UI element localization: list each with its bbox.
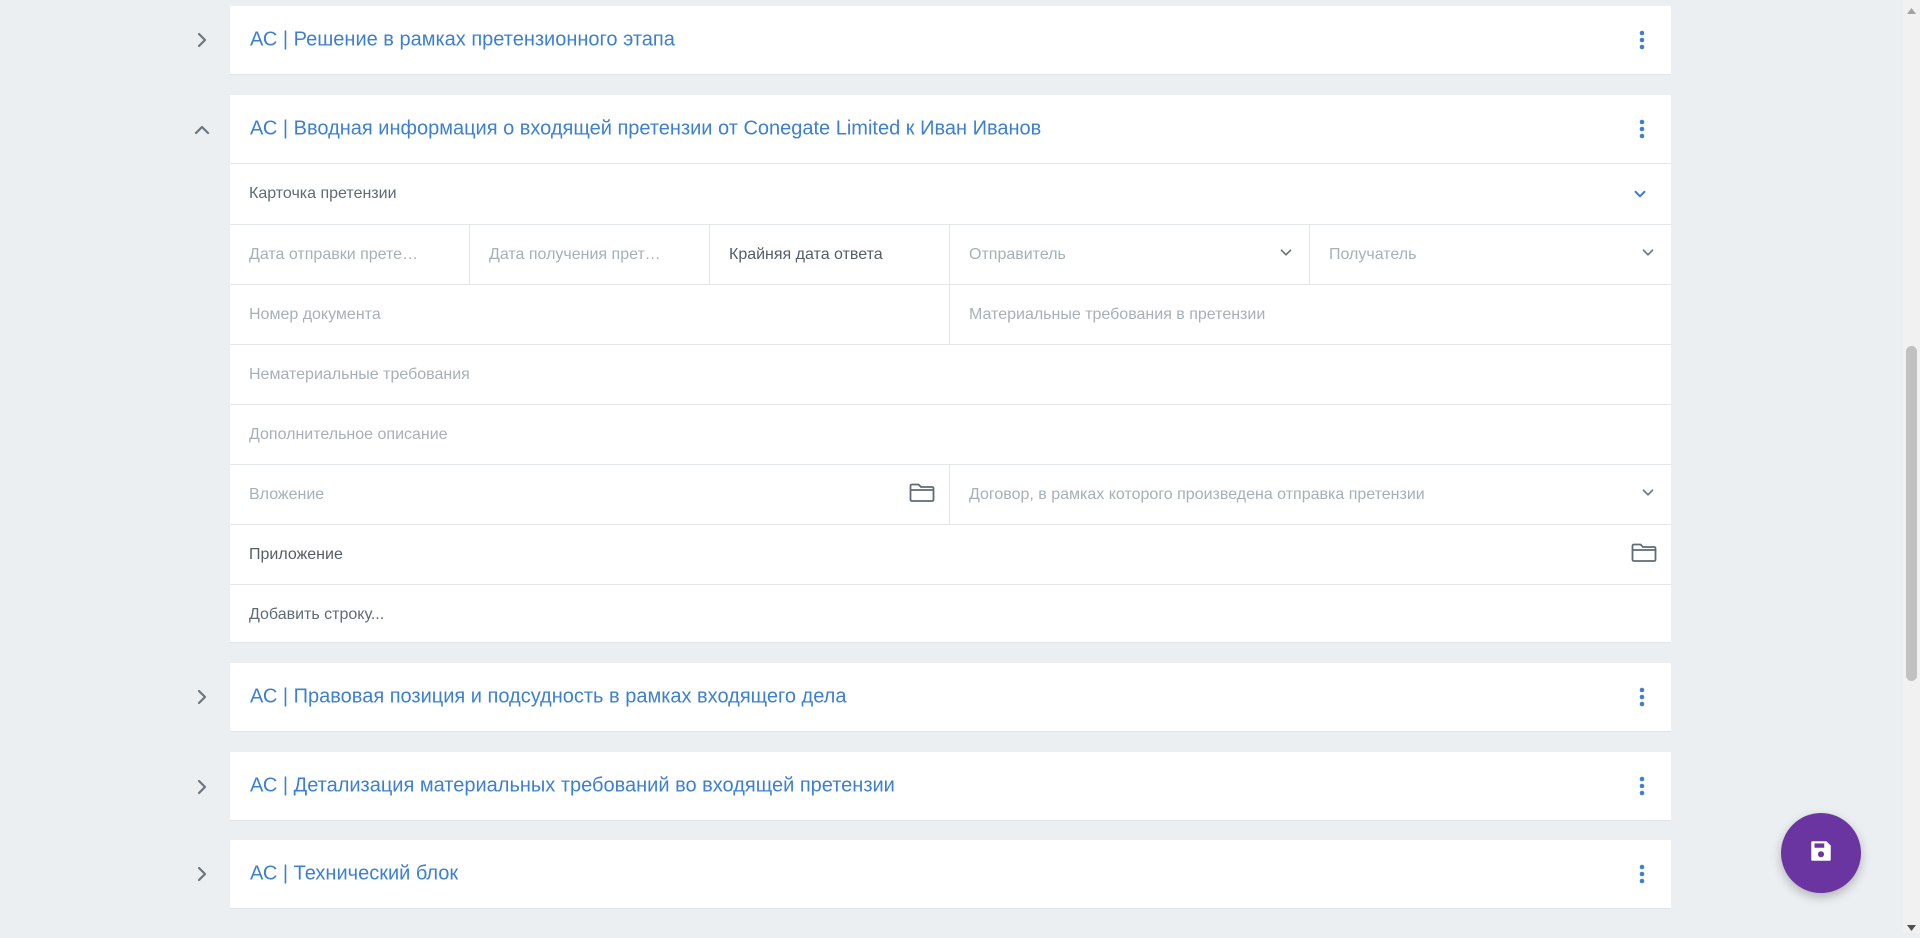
- nonmaterial-claims-field[interactable]: Нематериальные требования: [230, 345, 1671, 404]
- expand-chevron-right-icon[interactable]: [190, 685, 214, 709]
- chevron-down-icon[interactable]: [1639, 243, 1657, 266]
- section-header[interactable]: АС | Технический блок: [230, 840, 1671, 908]
- chevron-down-icon[interactable]: [1639, 483, 1657, 506]
- receive-date-field[interactable]: Дата получения претензии: [470, 225, 710, 284]
- section-technical-block: АС | Технический блок: [230, 840, 1671, 909]
- folder-icon[interactable]: [1631, 542, 1657, 567]
- save-button[interactable]: [1781, 813, 1861, 893]
- send-date-field[interactable]: Дата отправки претензии: [230, 225, 470, 284]
- section-header[interactable]: АС | Решение в рамках претензионного эта…: [230, 6, 1671, 74]
- section-header[interactable]: АС | Детализация материальных требований…: [230, 752, 1671, 820]
- appendix-field[interactable]: Приложение: [230, 525, 1671, 584]
- form-row-doc: Номер документа Материальные требования …: [230, 285, 1671, 345]
- sender-select[interactable]: Отправитель: [950, 225, 1310, 284]
- section-title[interactable]: АС | Детализация материальных требований…: [250, 775, 895, 798]
- more-vertical-icon[interactable]: [1635, 774, 1649, 798]
- deadline-field[interactable]: Крайняя дата ответа: [710, 225, 950, 284]
- material-claims-field[interactable]: Материальные требования в претензии: [950, 285, 1671, 344]
- contract-select[interactable]: Договор, в рамках которого произведена о…: [950, 465, 1671, 524]
- claim-card-header[interactable]: Карточка претензии: [230, 163, 1671, 225]
- attachment-field[interactable]: Вложение: [230, 465, 950, 524]
- scrollbar-thumb[interactable]: [1906, 346, 1917, 681]
- expand-chevron-right-icon[interactable]: [190, 775, 214, 799]
- section-title[interactable]: АС | Решение в рамках претензионного эта…: [250, 29, 675, 52]
- section-header[interactable]: АС | Вводная информация о входящей прете…: [230, 95, 1671, 163]
- section-title[interactable]: АС | Правовая позиция и подсудность в ра…: [250, 686, 846, 709]
- more-vertical-icon[interactable]: [1635, 28, 1649, 52]
- expand-chevron-right-icon[interactable]: [190, 28, 214, 52]
- add-row-button[interactable]: Добавить строку...: [230, 585, 1671, 644]
- doc-number-field[interactable]: Номер документа: [230, 285, 950, 344]
- section-title[interactable]: АС | Вводная информация о входящей прете…: [250, 118, 1041, 141]
- section-claim-decision: АС | Решение в рамках претензионного эта…: [230, 6, 1671, 75]
- form-row-appendix: Приложение: [230, 525, 1671, 585]
- save-icon: [1808, 838, 1834, 869]
- more-vertical-icon[interactable]: [1635, 685, 1649, 709]
- form-row-dates: Дата отправки претензии Дата получения п…: [230, 225, 1671, 285]
- section-header[interactable]: АС | Правовая позиция и подсудность в ра…: [230, 663, 1671, 731]
- section-material-claims-detail: АС | Детализация материальных требований…: [230, 752, 1671, 821]
- section-incoming-claim-info: АС | Вводная информация о входящей прете…: [230, 95, 1671, 643]
- chevron-down-icon[interactable]: [1631, 185, 1649, 203]
- chevron-down-icon[interactable]: [1277, 243, 1295, 266]
- extra-description-field[interactable]: Дополнительное описание: [230, 405, 1671, 464]
- form-row-nonmaterial: Нематериальные требования: [230, 345, 1671, 405]
- scrollbar[interactable]: [1903, 0, 1920, 933]
- card-title: Карточка претензии: [249, 185, 397, 202]
- form-row-attachment: Вложение Договор, в рамках которого прои…: [230, 465, 1671, 525]
- section-title[interactable]: АС | Технический блок: [250, 863, 458, 886]
- section-legal-position: АС | Правовая позиция и подсудность в ра…: [230, 663, 1671, 732]
- scroll-down-arrow-icon[interactable]: [1906, 920, 1917, 931]
- recipient-select[interactable]: Получатель: [1310, 225, 1671, 284]
- form-row-description: Дополнительное описание: [230, 405, 1671, 465]
- collapse-chevron-up-icon[interactable]: [190, 118, 214, 142]
- more-vertical-icon[interactable]: [1635, 117, 1649, 141]
- folder-icon[interactable]: [909, 482, 935, 507]
- expand-chevron-right-icon[interactable]: [190, 862, 214, 886]
- more-vertical-icon[interactable]: [1635, 862, 1649, 886]
- scroll-up-arrow-icon[interactable]: [1906, 3, 1917, 14]
